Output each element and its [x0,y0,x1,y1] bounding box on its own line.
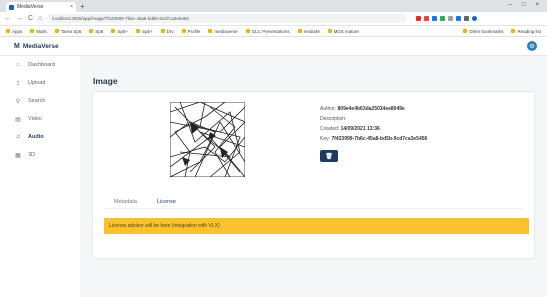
extension-icon[interactable] [448,16,454,21]
maximize-button[interactable]: □ [522,2,526,8]
sidebar-item-label: Audio [28,134,44,140]
created-label: Created: [320,126,340,132]
created-value: 14/09/2021 13:36 [340,126,380,132]
minimize-button[interactable]: – [509,2,512,8]
bookmark[interactable]: Tarea Sp5 [55,29,82,34]
tabs-divider [104,208,523,209]
app-header: M MediaVerse ⚙ [0,37,547,56]
sidebar-item-label: Dashboard [28,62,55,68]
bookmark[interactable]: mediaverse [208,29,237,34]
logo-text: MediaVerse [22,42,59,50]
bookmark[interactable]: Profile [182,29,201,34]
author-value: 809e4e4b63da25034ee8049e [337,106,405,112]
audio-icon: ♫ [15,134,21,140]
key-value: 7f433999-7b6c-45a8-bd5b-9cd7ca3e5456 [331,136,428,142]
cube-icon: ▦ [15,152,21,159]
image-thumbnail[interactable] [169,101,246,178]
bookmark[interactable]: Sp5+ [111,29,128,34]
address-bar-row: ← → C ⌂ localhost:3000/app/image/7f43399… [0,12,547,26]
extension-icon[interactable] [440,16,446,21]
reading-list[interactable]: Reading list [511,29,541,34]
page-title: Image [93,76,118,86]
close-tab-icon[interactable]: × [70,4,73,10]
sidebar-item-search[interactable]: ⚲ Search [0,92,80,110]
key-row: Key: 7f433999-7b6c-45a8-bd5b-9cd7ca3e545… [320,134,427,144]
window-controls: – □ × [509,2,539,8]
sidebar-item-label: Video [28,116,42,122]
created-row: Created: 14/09/2021 13:36 [320,124,427,134]
bookmark[interactable]: Drv [161,29,174,34]
home-icon[interactable]: ⌂ [38,15,42,22]
bookmark[interactable]: MDS mature [328,29,359,34]
url-input[interactable]: localhost:3000/app/image/7f433999-7b6c-4… [47,14,408,23]
description-row: Description: [320,114,427,124]
bookmarks-right: Other bookmarks Reading list [463,29,541,34]
image-card: Author: 809e4e4b63da25034ee8049e Descrip… [93,92,534,258]
logo-icon: M [14,42,20,50]
settings-icon[interactable]: ⚙ [527,41,537,51]
bookmark[interactable]: mediaM [298,29,320,34]
sidebar-item-dashboard[interactable]: ⌂ Dashboard [0,56,80,74]
forward-icon[interactable]: → [16,15,23,22]
image-preview [169,101,246,178]
video-icon: ▤ [15,116,21,123]
close-window-button[interactable]: × [535,2,539,8]
extension-icon[interactable] [432,16,438,21]
trash-icon: 🗑 [325,153,333,160]
upload-icon: ⇪ [15,80,21,87]
extension-icon[interactable] [424,16,430,21]
sidebar-item-upload[interactable]: ⇪ Upload [0,74,80,92]
favicon-icon [9,4,14,10]
author-row: Author: 809e4e4b63da25034ee8049e [320,104,427,114]
bookmark[interactable]: Mails [30,29,47,34]
app-logo[interactable]: M MediaVerse [14,43,59,50]
sidebar-item-label: Search [28,98,46,104]
search-icon: ⚲ [15,98,21,105]
bookmark[interactable]: GLC Presentations [246,29,290,34]
new-tab-button[interactable]: + [80,2,85,12]
browser-tabbar: MediaVerse × + – □ × [0,0,547,12]
sidebar-item-video[interactable]: ▤ Video [0,110,80,128]
back-icon[interactable]: ← [4,15,11,22]
image-metadata: Author: 809e4e4b63da25034ee8049e Descrip… [320,104,427,144]
sidebar-item-label: Upload [28,80,46,86]
description-label: Description: [320,116,347,122]
author-label: Author: [320,106,337,112]
bookmark[interactable]: Sp5+ [136,29,153,34]
browser-tab[interactable]: MediaVerse × [6,2,76,12]
license-alert: License advisor will be here (integratio… [104,218,529,234]
sidebar-item-3d[interactable]: ▦ 3D [0,146,80,164]
sidebar-item-audio[interactable]: ♫ Audio [0,128,80,146]
reload-icon[interactable]: C [28,15,33,22]
tab-metadata[interactable]: Metadata [104,196,147,208]
extensions-icons [416,16,478,21]
browser-tab-title: MediaVerse [17,4,44,10]
sidebar: ⌂ Dashboard ⇪ Upload ⚲ Search ▤ Video ♫ … [0,56,80,297]
extension-icon[interactable] [456,16,462,21]
key-label: Key: [320,136,331,142]
other-bookmarks[interactable]: Other bookmarks [463,29,504,34]
bookmark[interactable]: Sp5 [89,29,103,34]
profile-icon[interactable] [472,16,478,21]
browser-chrome: MediaVerse × + – □ × ← → C ⌂ localhost:3… [0,0,547,37]
dashboard-icon: ⌂ [16,62,20,68]
extension-icon[interactable] [464,16,470,21]
bookmark[interactable]: Apps [6,29,22,34]
sidebar-item-label: 3D [28,152,36,158]
main-content: Image Author: 809e4e4b63da25034ee8049e D… [80,56,547,297]
extension-icon[interactable] [416,16,422,21]
delete-button[interactable]: 🗑 [320,150,338,162]
bookmarks-bar: Apps Mails Tarea Sp5 Sp5 Sp5+ Sp5+ Drv P… [0,26,547,37]
